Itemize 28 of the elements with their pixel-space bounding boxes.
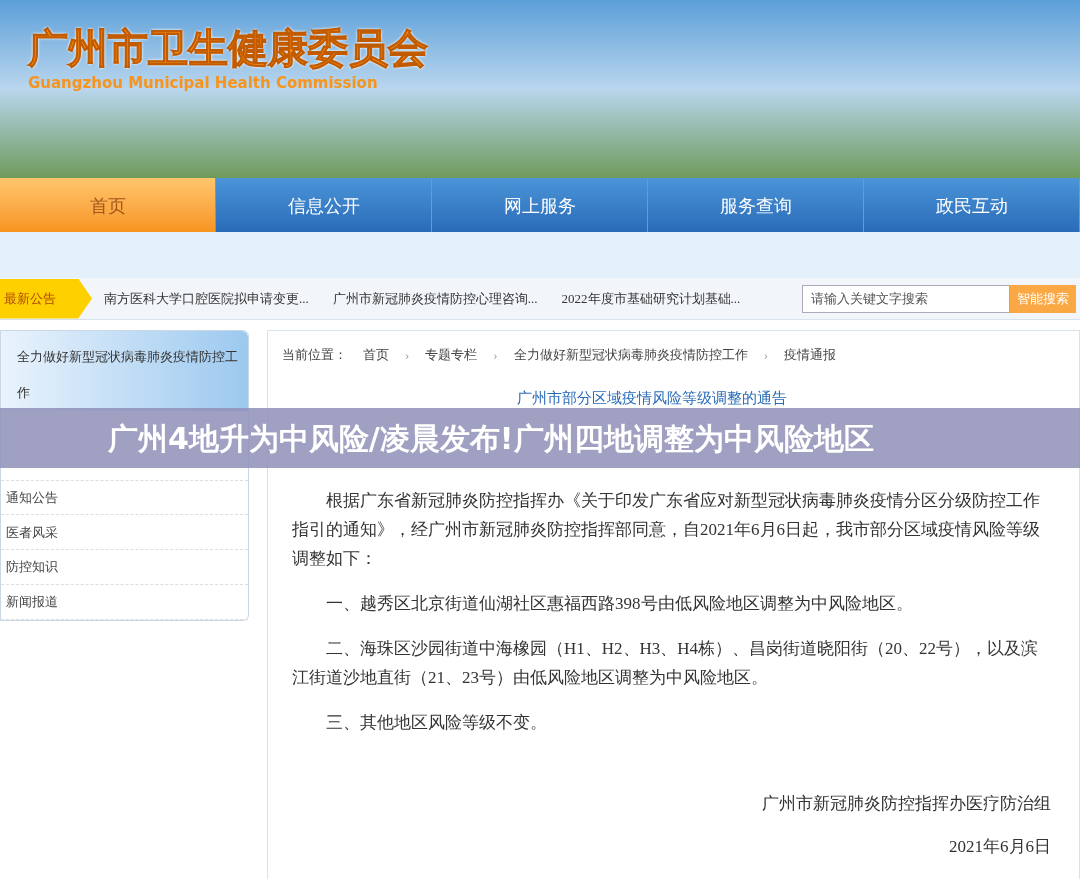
caption-text: 广州4地升为中风险/凌晨发布!广州四地调整为中风险地区 — [108, 419, 874, 458]
sidebar-link[interactable]: 医者风采 — [1, 515, 248, 551]
article-paragraph: 根据广东省新冠肺炎防控指挥办《关于印发广东省应对新型冠状病毒肺炎疫情分区分级防控工作指引的通知》，经广州市新冠肺炎防控指挥部同意，自2021年6月6日起，我市部分区域疫情风险等级调整如下： — [292, 489, 1041, 570]
article-signature: 广州市新冠肺炎防控指挥办医疗防治组 — [762, 792, 1051, 815]
breadcrumb-link[interactable]: 首页 — [363, 345, 389, 365]
sidebar-link[interactable]: 防控知识 — [1, 550, 248, 586]
search-field[interactable]: 请输入关键文字搜索 — [802, 284, 1010, 313]
breadcrumb-link[interactable]: 专题专栏 — [425, 345, 478, 365]
sidebar-title: 全力做好新型冠状病毒肺炎疫情防控工作 — [1, 331, 248, 411]
chevron-icon: › — [493, 345, 498, 365]
sidebar-link[interactable]: 通知公告 — [1, 480, 248, 516]
chevron-icon: › — [405, 345, 410, 365]
article-paragraph: 一、越秀区北京街道仙湖社区惠福西路398号由低风险地区调整为中风险地区。 — [325, 592, 914, 615]
notice-link[interactable]: 广州市新冠肺炎疫情防控心理咨询... — [332, 288, 538, 309]
site-subtitle: Guangzhou Municipal Health Commission — [28, 73, 378, 94]
breadcrumb-link[interactable]: 疫情通报 — [784, 345, 837, 365]
article-paragraph: 三、其他地区风险等级不变。 — [325, 711, 548, 734]
notice-link[interactable]: 2022年度市基础研究计划基础... — [561, 288, 741, 309]
site-title: 广州市卫生健康委员会 — [28, 24, 428, 72]
sidebar-link[interactable]: 新闻报道 — [1, 585, 248, 620]
chevron-icon: › — [763, 345, 769, 365]
article-date: 2021年6月6日 — [949, 836, 1051, 858]
notice-link[interactable]: 南方医科大学口腔医院拟申请变更... — [104, 288, 309, 309]
article-title: 广州市部分区域疫情风险等级调整的通告 — [516, 389, 787, 408]
breadcrumb-link[interactable]: 全力做好新型冠状病毒肺炎疫情防控工作 — [513, 345, 748, 365]
breadcrumb-label: 当前位置： — [282, 346, 347, 365]
notice-label: 最新公告 — [0, 278, 92, 319]
article-paragraph: 二、海珠区沙园街道中海橡园（H1、H2、H3、H4栋）、昌岗街道晓阳街（20、22号），以及滨江街道沙地直街（21、23号）由低风险地区调整为中风险地区。 — [292, 637, 1040, 689]
